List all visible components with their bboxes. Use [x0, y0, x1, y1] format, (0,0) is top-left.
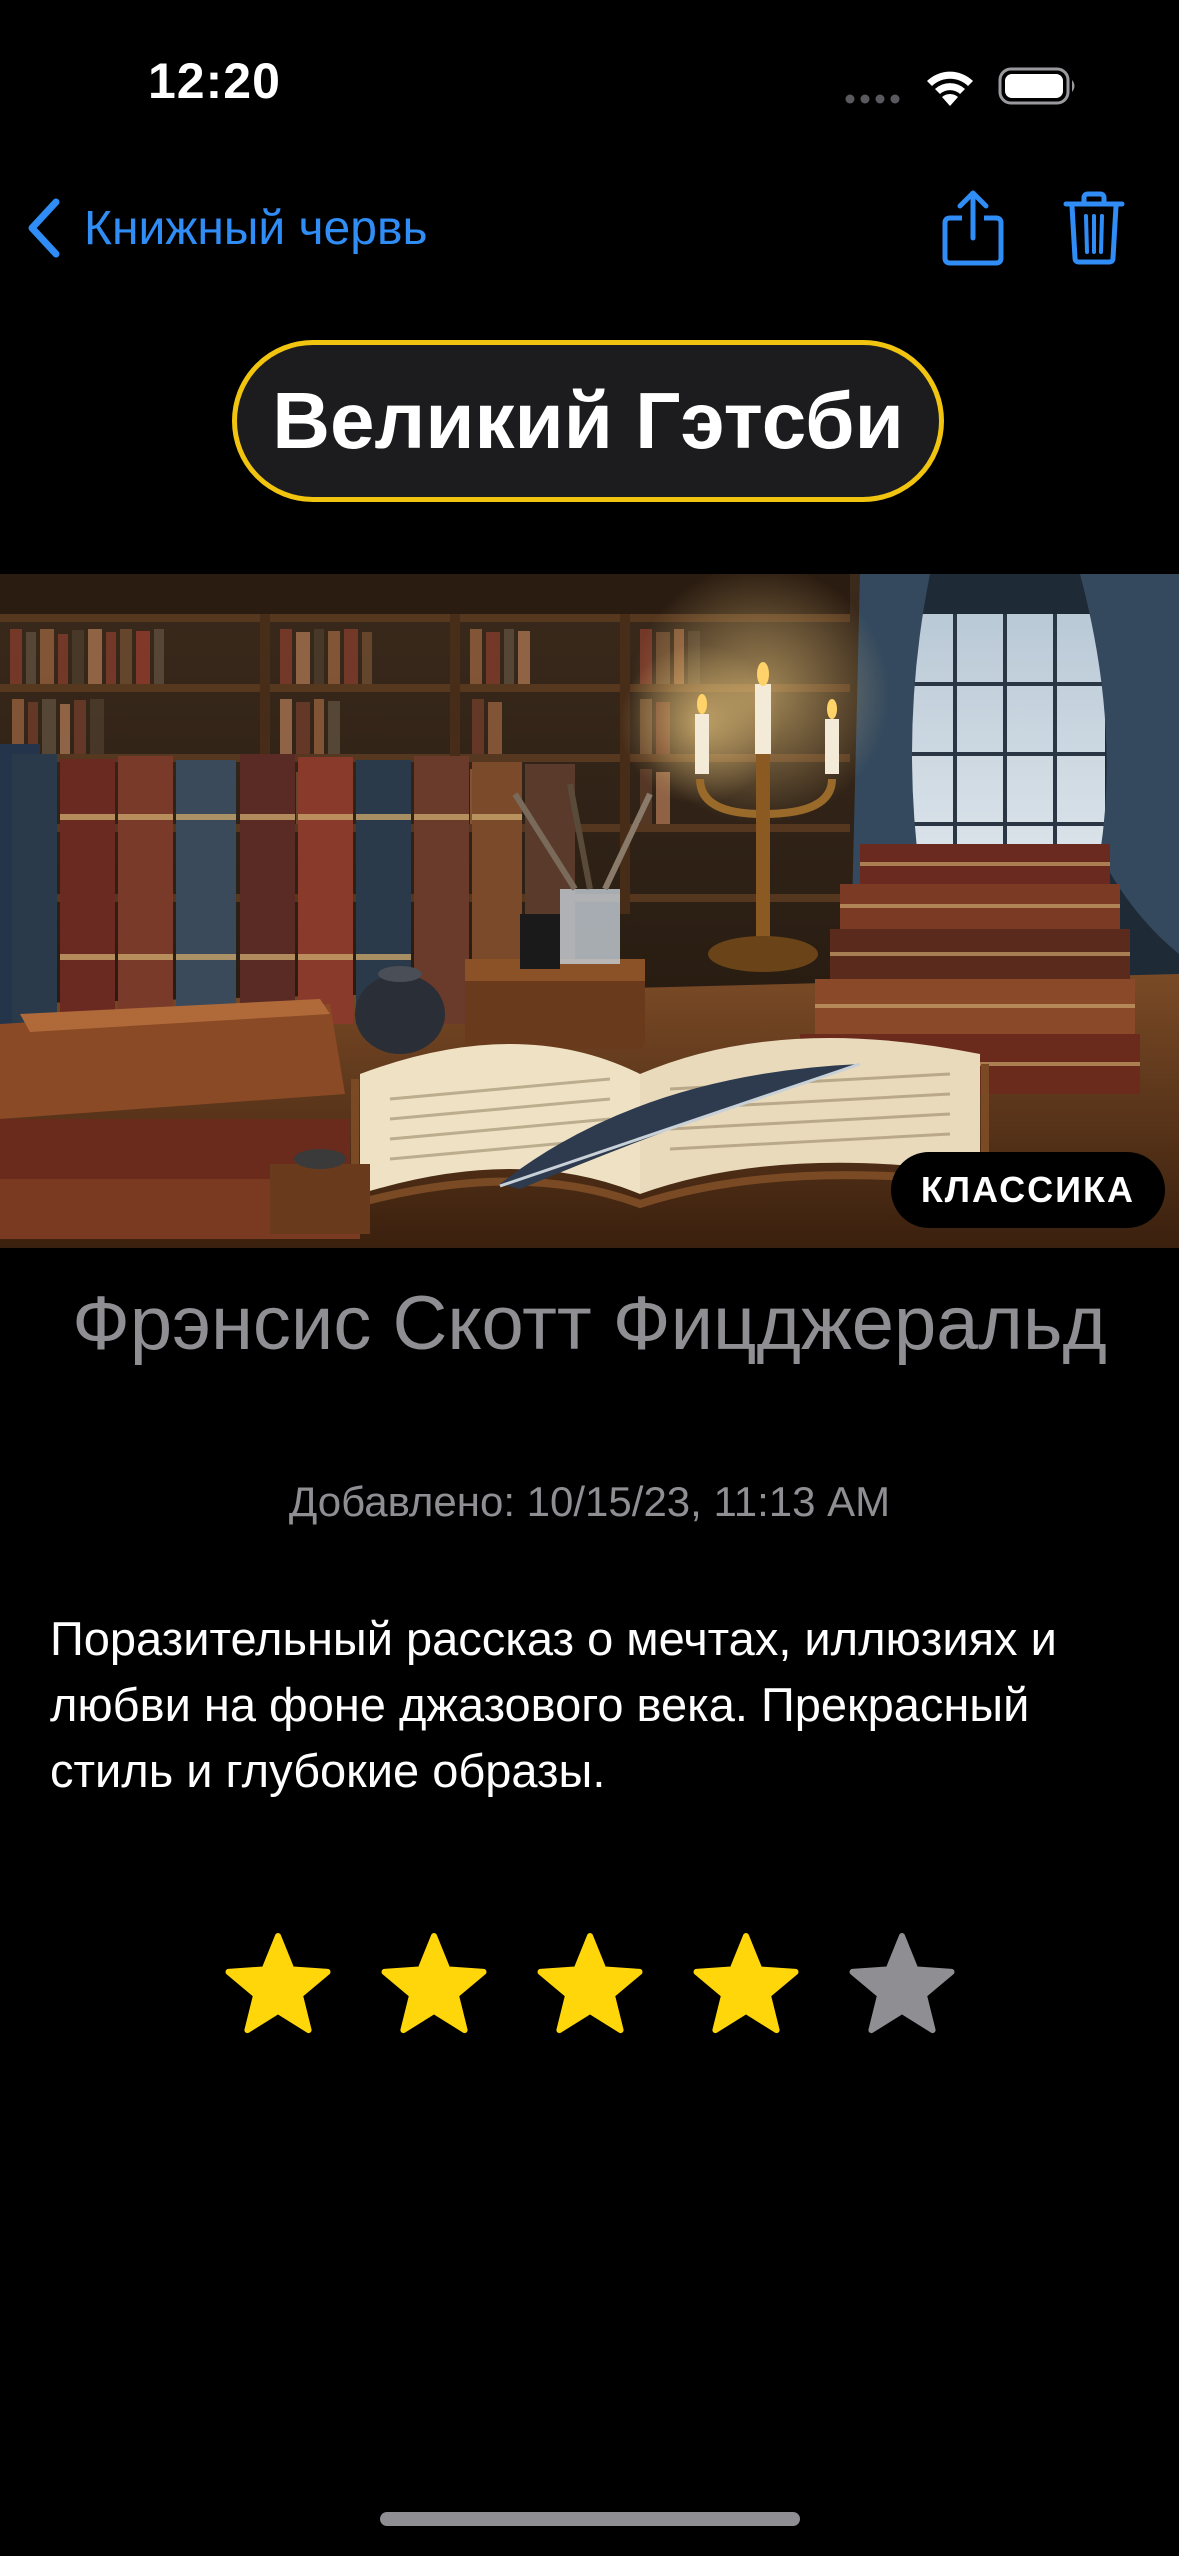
battery-icon — [998, 67, 1075, 105]
star-filled-icon[interactable] — [222, 1928, 334, 2040]
star-filled-icon[interactable] — [690, 1928, 802, 2040]
genre-badge: КЛАССИКА — [890, 1152, 1165, 1228]
wifi-icon — [927, 71, 973, 106]
book-title: Великий Гэтсби — [272, 376, 904, 465]
star-empty-icon[interactable] — [846, 1928, 958, 2040]
trash-icon[interactable] — [1062, 190, 1126, 266]
star-filled-icon[interactable] — [378, 1928, 490, 2040]
back-button[interactable]: Книжный червь — [24, 190, 427, 266]
library-illustration — [0, 574, 1179, 1248]
status-bar: 12:20 — [0, 0, 1179, 170]
book-author: Фрэнсис Скотт Фицджеральд — [72, 1281, 1107, 1366]
share-icon[interactable] — [940, 188, 1006, 268]
back-button-label: Книжный червь — [84, 201, 428, 255]
book-description: Поразительный рассказ о мечтах, иллюзиях… — [50, 1612, 1057, 1797]
book-title-pill: Великий Гэтсби — [232, 340, 944, 502]
chevron-left-icon — [28, 198, 60, 258]
added-date: Добавлено: 10/15/23, 11:13 AM — [288, 1478, 891, 1525]
star-rating[interactable] — [0, 1928, 1179, 2048]
home-indicator[interactable] — [380, 2512, 800, 2526]
star-filled-icon[interactable] — [534, 1928, 646, 2040]
book-cover-image — [0, 574, 1179, 1248]
cellular-dots-icon — [845, 94, 900, 104]
status-time: 12:20 — [148, 53, 281, 109]
